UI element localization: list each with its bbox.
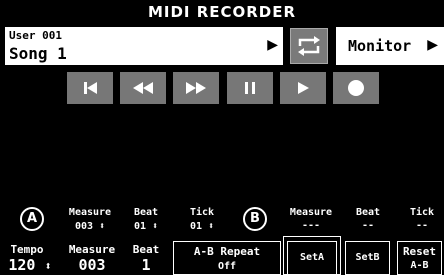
fast-forward-icon [186, 82, 206, 94]
reset-sub-label: A-B [410, 260, 429, 271]
play-button[interactable] [280, 72, 326, 104]
updown-arrow-icon: ⬍ [44, 259, 52, 273]
record-button[interactable] [333, 72, 379, 104]
setb-button[interactable]: SetB [345, 241, 390, 275]
song-arrow-icon: ▶ [267, 37, 278, 53]
tempo-number: 120 [8, 256, 36, 274]
monitor-selector[interactable]: Monitor ▶ [336, 27, 444, 65]
monitor-label: Monitor [348, 37, 412, 55]
b-measure-value: --- [301, 220, 321, 231]
fast-forward-button[interactable] [173, 72, 219, 104]
measure-label: Measure [68, 243, 116, 256]
updown-arrow-icon: ⬍ [208, 221, 215, 232]
a-measure-label: Measure [68, 207, 112, 218]
record-icon [348, 80, 364, 96]
skip-start-icon [84, 82, 97, 94]
ab-repeat-value: Off [217, 261, 237, 272]
measure-value: 003 [78, 256, 106, 274]
a-measure-number: 003 [74, 221, 93, 232]
b-tick-value: -- [415, 220, 429, 231]
monitor-arrow-icon: ▶ [427, 37, 438, 53]
rewind-icon [133, 82, 153, 94]
song-name: Song 1 [9, 44, 67, 63]
tempo-value[interactable]: 120 ⬍ [0, 256, 60, 274]
b-tick-label: Tick [409, 207, 435, 218]
a-beat-value[interactable]: 01 ⬍ [126, 221, 166, 232]
ab-repeat-label: A-B Repeat [193, 245, 261, 258]
a-beat-number: 01 [133, 221, 146, 232]
beat-value: 1 [141, 256, 151, 274]
updown-arrow-icon: ⬍ [152, 221, 159, 232]
seta-button[interactable]: SetA [287, 241, 337, 275]
b-measure-label: Measure [289, 207, 333, 218]
beat-label: Beat [132, 243, 160, 256]
reset-ab-button[interactable]: Reset A-B [397, 241, 442, 275]
play-icon [298, 82, 309, 94]
page-title: MIDI RECORDER [147, 3, 297, 21]
pause-button[interactable] [227, 72, 273, 104]
point-b-badge: B [243, 207, 267, 231]
tempo-label: Tempo [10, 243, 44, 256]
a-tick-value[interactable]: 01 ⬍ [182, 221, 222, 232]
user-label: User 001 [9, 29, 62, 42]
a-tick-label: Tick [189, 207, 215, 218]
ab-repeat-button[interactable]: A-B Repeat Off [173, 241, 281, 275]
song-selector[interactable]: User 001 Song 1 ▶ [5, 27, 283, 65]
pause-icon [245, 82, 255, 94]
a-beat-label: Beat [133, 207, 159, 218]
b-beat-value: -- [361, 220, 375, 231]
a-measure-value[interactable]: 003 ⬍ [64, 221, 116, 232]
reset-label: Reset [402, 245, 437, 258]
loop-icon [298, 36, 320, 56]
point-a-badge: A [20, 207, 44, 231]
a-tick-number: 01 [189, 221, 202, 232]
b-beat-label: Beat [355, 207, 381, 218]
updown-arrow-icon: ⬍ [99, 221, 106, 232]
loop-button[interactable] [290, 28, 328, 64]
rewind-button[interactable] [120, 72, 166, 104]
skip-to-start-button[interactable] [67, 72, 113, 104]
